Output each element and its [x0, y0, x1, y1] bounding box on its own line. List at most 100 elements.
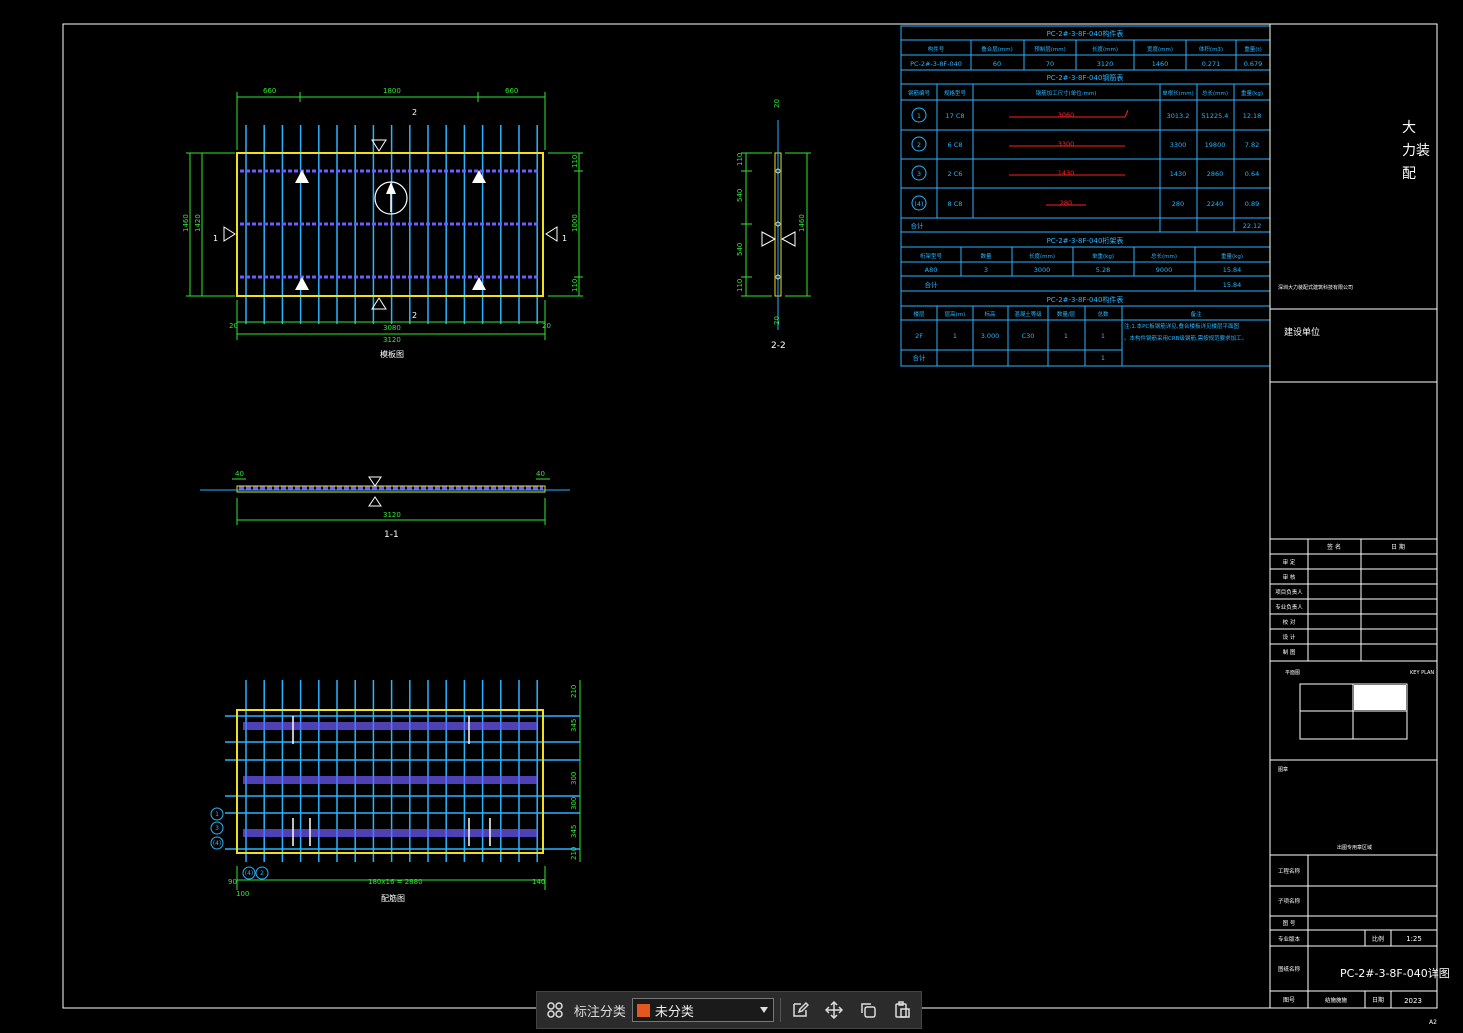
- table-header: 重量(t): [1244, 45, 1261, 53]
- table-header: 数量/层: [1057, 310, 1076, 318]
- category-dropdown-value: 未分类: [654, 1004, 694, 1020]
- svg-text:345: 345: [570, 719, 578, 732]
- table-cell: 3.000: [981, 332, 1000, 340]
- dim-text: 1460: [182, 214, 190, 232]
- table-cell: (4): [914, 200, 923, 208]
- table-header: 数量: [980, 252, 992, 260]
- table-cell: 1: [953, 332, 957, 340]
- table-header: 预制层(mm): [1034, 45, 1066, 53]
- table-cell: 2240: [1207, 200, 1224, 208]
- svg-text:540: 540: [736, 189, 744, 202]
- key-plan-highlight: [1354, 685, 1406, 710]
- dim-text: 1420: [194, 214, 202, 232]
- table-cell: 3060: [1058, 111, 1075, 119]
- table-cell: 合计: [913, 353, 927, 362]
- table-cell: 22.12: [1243, 222, 1262, 230]
- client-label: 建设单位: [1284, 326, 1320, 338]
- table-title: PC-2#-3-8F-040钢筋表: [1047, 73, 1124, 82]
- svg-text:20: 20: [773, 316, 781, 325]
- table-cell: 1:25: [1406, 935, 1422, 943]
- table-header: 规格型号: [944, 89, 967, 97]
- chevron-down-icon: [760, 1007, 769, 1013]
- lifting-point-marker: [472, 277, 486, 290]
- annotation-category-label: 标注分类: [573, 1004, 626, 1020]
- svg-text:3120: 3120: [383, 511, 401, 519]
- table-cell: 3013.2: [1167, 112, 1190, 120]
- table-cell: 日 期: [1391, 543, 1405, 551]
- table-cell: 图章: [1278, 766, 1288, 773]
- table-cell: 8 C8: [948, 200, 963, 208]
- svg-text:(4): (4): [245, 870, 254, 877]
- table-header: 备注: [1190, 310, 1202, 318]
- table-cell: 3300: [1058, 140, 1075, 148]
- sheet-frame: [62, 23, 1438, 1009]
- dim-text: 20: [542, 322, 551, 330]
- cad-drawing-canvas[interactable]: 660 1800 660 3080 3120 20 20 1460 1420 1…: [0, 0, 1463, 1033]
- edit-icon[interactable]: [787, 997, 813, 1023]
- table-cell: PC-2#-3-8F-040: [910, 60, 962, 68]
- table-cell: 0.679: [1244, 60, 1263, 68]
- table-header: 单根长(mm): [1162, 89, 1194, 97]
- svg-text:3: 3: [215, 825, 219, 832]
- dim-text: 110: [571, 155, 579, 168]
- table-cell: 合计: [925, 280, 939, 289]
- table-cell: 图 号: [1283, 919, 1296, 927]
- table-header: 长度(mm): [1092, 45, 1118, 53]
- lifting-point-marker: [295, 277, 309, 290]
- svg-text:300: 300: [570, 797, 578, 810]
- table-header: 构件号: [928, 45, 945, 53]
- table-cell: KEY PLAN: [1410, 670, 1434, 676]
- table-cell: 结施施施: [1325, 996, 1348, 1004]
- plan-title: 模板图: [380, 349, 404, 359]
- grid-icon[interactable]: [543, 997, 568, 1023]
- table-header: 桁架型号: [920, 252, 943, 260]
- table-header: 单重(kg): [1092, 252, 1114, 260]
- table-cell: 1430: [1058, 169, 1075, 177]
- table-cell: 3300: [1170, 141, 1187, 149]
- table-cell: 1: [1064, 332, 1068, 340]
- table-cell: 日期: [1372, 996, 1384, 1004]
- cut-label: 2: [412, 311, 417, 320]
- svg-text:110: 110: [736, 153, 744, 166]
- table-cell: 设 计: [1283, 633, 1296, 641]
- category-dropdown[interactable]: 未分类: [631, 998, 775, 1022]
- rebar-view: 210 345 300 300 345 210 180x16 = 2880 90…: [210, 680, 581, 903]
- table-cell: C30: [1022, 332, 1035, 340]
- table-cell: 51225.4: [1202, 112, 1229, 120]
- copy-icon[interactable]: [855, 997, 881, 1023]
- table-cell: 6 C8: [948, 141, 963, 149]
- table-cell: 1: [917, 112, 921, 120]
- table-cell: 1460: [1152, 60, 1169, 68]
- move-icon[interactable]: [821, 997, 847, 1023]
- dim-text: 20: [229, 322, 238, 330]
- table-cell: 专业版本: [1278, 935, 1301, 943]
- section-1-1: 40 40 3120 1-1: [200, 470, 570, 540]
- table-cell: 15.84: [1223, 281, 1242, 289]
- table-note: 。本构件钢筋采用CRB级钢筋,需按规范要求加工。: [1124, 334, 1247, 342]
- table-cell: 15.84: [1223, 266, 1242, 274]
- table-title: PC-2#-3-8F-040构件表: [1047, 29, 1124, 38]
- svg-text:180x16 = 2880: 180x16 = 2880: [368, 878, 423, 886]
- table-cell: 合计: [911, 221, 925, 230]
- toolbar-divider: [780, 998, 781, 1022]
- paste-icon[interactable]: [889, 997, 915, 1023]
- section-2-2: 110 540 540 110 1460 20 20 2-2: [736, 99, 811, 351]
- table-header: 钢筋加工尺寸(单位:mm): [1036, 89, 1097, 97]
- svg-text:345: 345: [570, 825, 578, 838]
- table-cell: 70: [1046, 60, 1054, 68]
- svg-text:40: 40: [235, 470, 244, 478]
- table-cell: 工程名称: [1278, 867, 1301, 875]
- table-cell: 17 C8: [945, 112, 964, 120]
- table-cell: 1: [1101, 354, 1105, 362]
- table-header: 体积(m3): [1199, 45, 1223, 53]
- table-cell: 2: [917, 141, 921, 149]
- table-cell: 7.82: [1245, 141, 1259, 149]
- sheet-size: A2: [1429, 1019, 1437, 1026]
- svg-text:100: 100: [236, 890, 249, 898]
- table-cell: 制 图: [1283, 648, 1296, 656]
- table-title: PC-2#-3-8F-040桁架表: [1047, 236, 1124, 245]
- svg-text:210: 210: [570, 685, 578, 698]
- table-cell: 2 C6: [948, 170, 963, 178]
- table-cell: A80: [925, 266, 938, 274]
- table-cell: 图纸名称: [1278, 965, 1301, 973]
